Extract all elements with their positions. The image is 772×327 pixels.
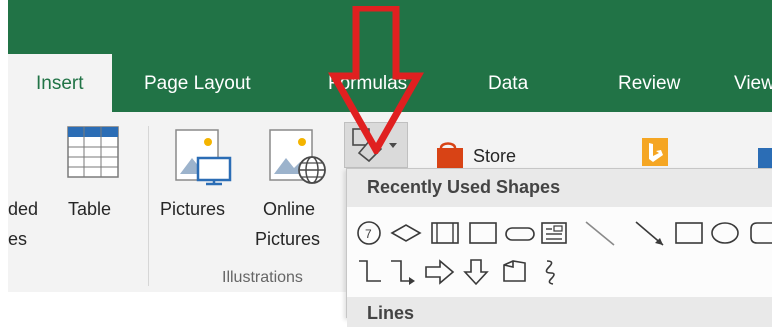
shape-flowchart-connector-icon[interactable]: 7 [355, 219, 383, 252]
store-button[interactable]: Store [473, 146, 516, 167]
shape-elbow-connector-icon[interactable] [355, 257, 385, 292]
store-icon[interactable] [435, 140, 465, 168]
table-button[interactable]: Table [68, 199, 111, 220]
group-separator [148, 126, 149, 286]
window-left-edge [0, 0, 8, 317]
online-pictures-label-line2[interactable]: Pictures [255, 229, 320, 250]
online-pictures-label-line1[interactable]: Online [263, 199, 315, 220]
pictures-button[interactable]: Pictures [160, 199, 225, 220]
pictures-icon[interactable] [172, 128, 234, 186]
tab-data[interactable]: Data [482, 64, 534, 104]
shape-arrow-line-icon[interactable] [633, 219, 667, 252]
recommended-label-line2[interactable]: es [8, 229, 27, 250]
shape-rounded-rect-partial-icon[interactable] [747, 219, 772, 252]
shape-rectangle-icon[interactable] [467, 219, 499, 252]
illustrations-group-label: Illustrations [222, 269, 303, 286]
shape-down-arrow-icon[interactable] [461, 257, 491, 292]
online-pictures-icon[interactable] [266, 128, 328, 186]
tab-page-layout[interactable]: Page Layout [138, 64, 257, 104]
tab-insert[interactable]: Insert [8, 54, 112, 112]
lines-header: Lines [347, 297, 772, 327]
shape-rectangle-2-icon[interactable] [673, 219, 705, 252]
shape-text-box-icon[interactable] [539, 219, 569, 252]
shapes-dropdown: Recently Used Shapes 7 Lines [346, 168, 772, 327]
shape-right-arrow-icon[interactable] [423, 257, 457, 292]
shape-diamond-icon[interactable] [389, 219, 423, 252]
shape-line-icon[interactable] [583, 219, 617, 252]
tab-view[interactable]: View [728, 64, 772, 104]
shape-flowchart-process-icon[interactable] [429, 219, 461, 252]
shape-rounded-rectangle-icon[interactable] [503, 219, 537, 252]
shape-oval-icon[interactable] [709, 219, 741, 252]
annotation-arrow-icon [327, 4, 425, 158]
bing-icon[interactable] [640, 138, 670, 166]
lines-title: Lines [367, 303, 415, 323]
shape-elbow-arrow-connector-icon[interactable] [387, 257, 419, 292]
people-graph-icon[interactable] [758, 148, 772, 168]
recently-used-shapes-header: Recently Used Shapes [347, 169, 772, 207]
recently-used-shapes-title: Recently Used Shapes [367, 177, 561, 197]
recommended-label-line1[interactable]: ded [8, 199, 38, 220]
shape-flowchart-document-icon[interactable] [499, 257, 529, 292]
tab-review[interactable]: Review [612, 64, 686, 104]
svg-text:7: 7 [365, 227, 372, 241]
shape-freeform-scribble-icon[interactable] [537, 257, 563, 292]
table-icon[interactable] [64, 125, 122, 179]
